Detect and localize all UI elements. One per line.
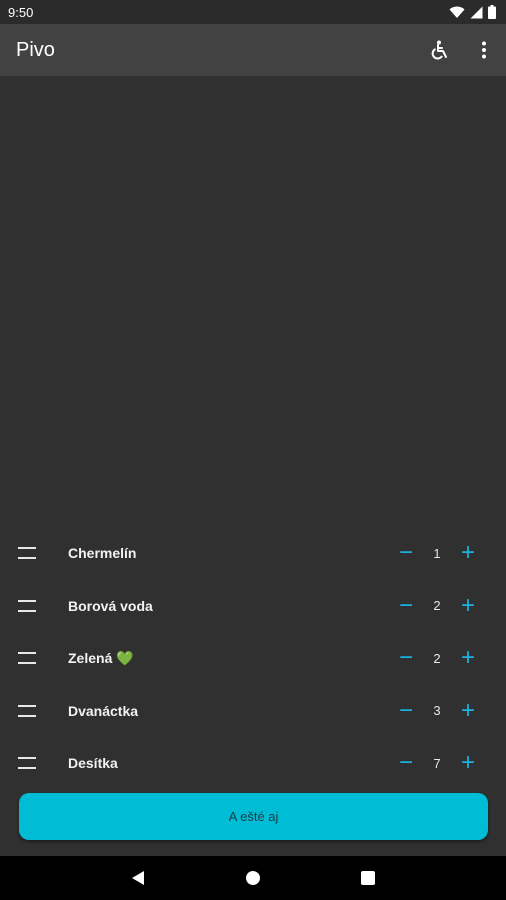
drag-handle-icon[interactable]: [18, 547, 36, 560]
battery-icon: [488, 5, 496, 19]
decrement-button[interactable]: −: [392, 592, 420, 620]
recents-icon: [361, 871, 376, 885]
beer-count: 7: [433, 755, 441, 771]
quantity-stepper: − 2 +: [392, 642, 484, 674]
decrement-button[interactable]: −: [392, 697, 420, 725]
quantity-stepper: − 7 +: [392, 747, 484, 779]
status-time: 9:50: [8, 4, 34, 20]
beer-count: 1: [433, 545, 441, 561]
beer-list: Chermelín − 1 + Borová voda − 2 + Zelená…: [0, 527, 506, 790]
back-icon: [131, 871, 144, 885]
beer-name: Zelená 💚: [68, 649, 134, 666]
accessibility-button[interactable]: [418, 24, 462, 76]
back-button[interactable]: [118, 858, 158, 898]
list-item: Borová voda − 2 +: [0, 580, 506, 633]
drag-handle-icon[interactable]: [18, 704, 36, 717]
decrement-button[interactable]: −: [392, 749, 420, 777]
quantity-stepper: − 1 +: [392, 537, 484, 569]
home-button[interactable]: [233, 858, 273, 898]
decrement-button[interactable]: −: [392, 539, 420, 567]
beer-name: Dvanáctka: [68, 702, 139, 719]
increment-button[interactable]: +: [454, 644, 482, 672]
beer-count: 2: [433, 650, 441, 666]
increment-button[interactable]: +: [454, 697, 482, 725]
beer-count: 2: [433, 598, 441, 614]
list-item: Desítka − 7 +: [0, 737, 506, 790]
wifi-icon: [449, 6, 465, 18]
app-bar: Pivo: [0, 24, 506, 76]
decrement-button[interactable]: −: [392, 644, 420, 672]
signal-icon: [470, 6, 483, 18]
home-icon: [245, 871, 260, 885]
navigation-bar: [0, 856, 506, 900]
add-beer-button[interactable]: A ešté aj: [19, 793, 488, 840]
more-options-button[interactable]: [462, 24, 506, 76]
drag-handle-icon[interactable]: [18, 757, 36, 770]
list-item: Zelená 💚 − 2 +: [0, 632, 506, 685]
increment-button[interactable]: +: [454, 539, 482, 567]
drag-handle-icon[interactable]: [18, 599, 36, 612]
accessibility-icon: [431, 40, 447, 60]
drag-handle-icon[interactable]: [18, 652, 36, 665]
increment-button[interactable]: +: [454, 592, 482, 620]
increment-button[interactable]: +: [454, 749, 482, 777]
beer-name: Borová voda: [68, 597, 153, 614]
status-bar: 9:50: [0, 0, 506, 24]
list-item: Dvanáctka − 3 +: [0, 685, 506, 738]
quantity-stepper: − 2 +: [392, 590, 484, 622]
beer-name: Chermelín: [68, 545, 137, 562]
status-icons: [449, 5, 496, 19]
quantity-stepper: − 3 +: [392, 695, 484, 727]
app-title: Pivo: [16, 38, 55, 61]
beer-name: Desítka: [68, 755, 118, 772]
list-item: Chermelín − 1 +: [0, 527, 506, 580]
more-vert-icon: [482, 41, 486, 59]
recents-button[interactable]: [348, 858, 388, 898]
beer-count: 3: [433, 703, 441, 719]
app-actions: [418, 24, 506, 76]
